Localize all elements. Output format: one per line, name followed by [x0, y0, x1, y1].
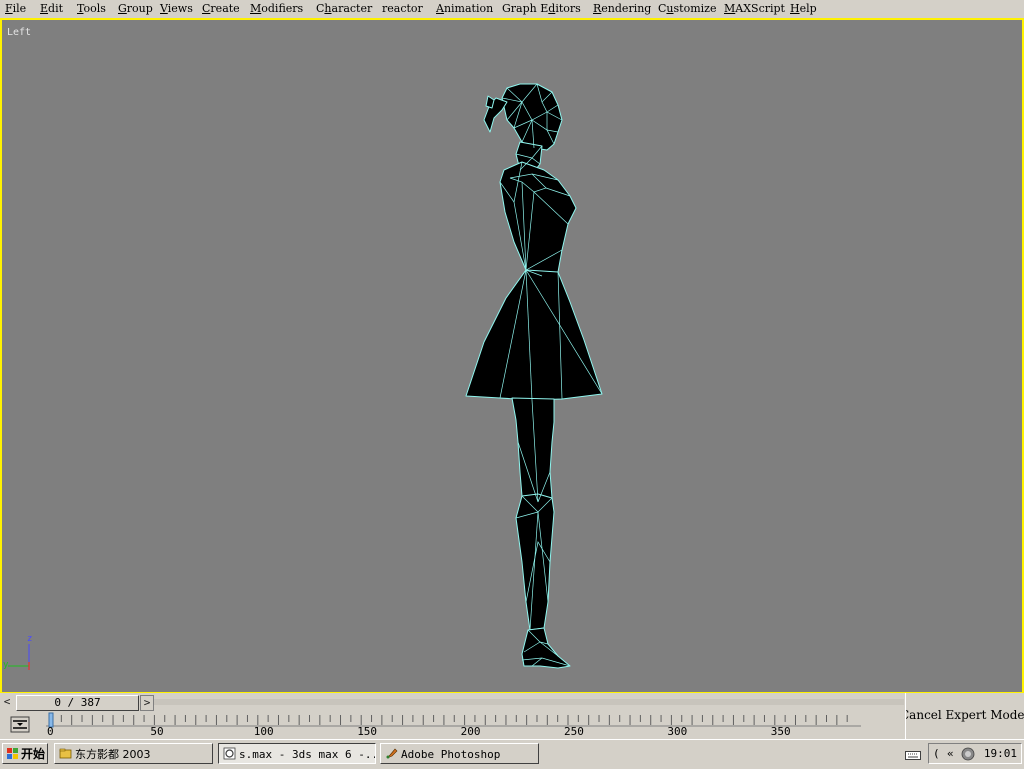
time-slider-thumb[interactable]: 0 / 387	[16, 695, 139, 711]
menu-group[interactable]: Group	[118, 2, 153, 15]
taskbar: 开始 东方影都 2003 s.max - 3ds max 6 -... Adob…	[0, 739, 1024, 769]
ruler-label: 250	[564, 725, 584, 738]
menu-label-accelerator: H	[790, 2, 800, 15]
menu-label-accelerator: A	[436, 2, 444, 15]
ruler-label: 100	[253, 725, 274, 738]
menu-label-part: itors	[555, 2, 581, 15]
menu-label-accelerator: u	[666, 2, 674, 15]
previous-frame-arrow-icon[interactable]: <	[1, 695, 13, 709]
menu-animation[interactable]: Animation	[436, 2, 493, 15]
menu-customize[interactable]: Customize	[658, 2, 716, 15]
menu-edit[interactable]: Edit	[40, 2, 63, 15]
menu-label-accelerator: h	[324, 2, 332, 15]
menu-rendering[interactable]: Rendering	[593, 2, 651, 15]
curve-editor-toggle-icon[interactable]	[10, 716, 30, 733]
system-tray: ( « 19:01	[928, 743, 1022, 764]
menu-maxscript[interactable]: MAXScript	[724, 2, 785, 15]
cancel-expert-mode-label: Cancel Expert Mode	[905, 708, 1024, 722]
menu-label-accelerator: M	[250, 2, 262, 15]
ruler-label: 200	[460, 725, 481, 738]
menu-modifiers[interactable]: Modifiers	[250, 2, 303, 15]
menu-graph-editors[interactable]: Graph Editors	[502, 2, 581, 15]
character-model-wireframe[interactable]	[2, 20, 1022, 692]
taskbar-app-label: 东方影都 2003	[75, 748, 151, 761]
menu-label-accelerator: M	[724, 2, 736, 15]
folder-icon	[59, 748, 72, 759]
menu-create[interactable]: Create	[202, 2, 240, 15]
axis-tripod	[8, 644, 30, 670]
time-slider-track[interactable]	[154, 699, 904, 705]
menu-label-part: ools	[83, 2, 106, 15]
menu-bar: File Edit Tools Group Views Create Modifiers Ch…	[0, 0, 1024, 19]
cancel-expert-mode-button[interactable]: Cancel Expert Mode	[905, 693, 1024, 739]
3dsmax-icon	[223, 747, 236, 760]
menu-label-part: iews	[167, 2, 193, 15]
menu-label-accelerator: F	[5, 2, 13, 15]
menu-label-part: ile	[12, 2, 27, 15]
menu-label-accelerator: E	[40, 2, 49, 15]
menu-label-part: elp	[799, 2, 817, 15]
time-slider[interactable]: < 0 / 387 >	[0, 693, 905, 711]
taskbar-app-3dsmax[interactable]: s.max - 3ds max 6 -...	[218, 743, 376, 764]
start-label: 开始	[21, 747, 46, 761]
track-bar[interactable]: 0 50 100 150 200 250 300 350	[0, 711, 905, 739]
axis-label-z: z	[27, 634, 33, 644]
photoshop-icon	[386, 748, 398, 759]
menu-label-part: endering	[601, 2, 652, 15]
menu-help[interactable]: Help	[790, 2, 817, 15]
menu-label-part: nimation	[443, 2, 494, 15]
menu-label-part: reactor	[382, 2, 423, 15]
ruler-label: 350	[770, 725, 791, 738]
menu-label-part: stomize	[673, 2, 717, 15]
ruler-label: 300	[667, 725, 688, 738]
menu-label-accelerator: G	[118, 2, 127, 15]
tray-glyph-1[interactable]: (	[933, 744, 940, 763]
menu-reactor[interactable]: reactor	[382, 2, 423, 15]
character-mesh	[465, 83, 603, 669]
menu-label-part: dit	[48, 2, 64, 15]
menu-label-accelerator: V	[160, 2, 168, 15]
next-frame-arrow-icon[interactable]: >	[140, 695, 154, 711]
menu-label-part: Graph E	[502, 2, 549, 15]
ruler-label: 50	[150, 725, 164, 738]
menu-label-part: aracter	[331, 2, 373, 15]
axis-label-y: y	[3, 660, 9, 670]
menu-views[interactable]: Views	[160, 2, 193, 15]
volume-icon[interactable]	[961, 747, 975, 761]
ruler-label: 0	[47, 725, 54, 738]
menu-file[interactable]: File	[5, 2, 26, 15]
taskbar-app-label: s.max - 3ds max 6 -...	[239, 748, 376, 761]
windows-logo-icon	[7, 748, 18, 759]
keyboard-icon[interactable]	[905, 749, 921, 761]
menu-label-part: roup	[126, 2, 153, 15]
menu-label-part: odifiers	[261, 2, 304, 15]
menu-tools[interactable]: Tools	[77, 2, 106, 15]
tray-expand-icon[interactable]: «	[947, 744, 954, 763]
clock[interactable]: 19:01	[984, 744, 1017, 763]
ruler-label: 150	[357, 725, 378, 738]
ruler-labels: 0 50 100 150 200 250 300 350	[46, 725, 866, 739]
left-viewport[interactable]: Left z y	[0, 18, 1024, 694]
taskbar-app-label: Adobe Photoshop	[401, 748, 501, 761]
taskbar-app-folder[interactable]: 东方影都 2003	[54, 743, 213, 764]
menu-character[interactable]: Character	[316, 2, 372, 15]
menu-label-part: reate	[210, 2, 240, 15]
menu-label-part: AXScript	[735, 2, 785, 15]
taskbar-app-photoshop[interactable]: Adobe Photoshop	[380, 743, 539, 764]
start-button[interactable]: 开始	[2, 743, 48, 764]
